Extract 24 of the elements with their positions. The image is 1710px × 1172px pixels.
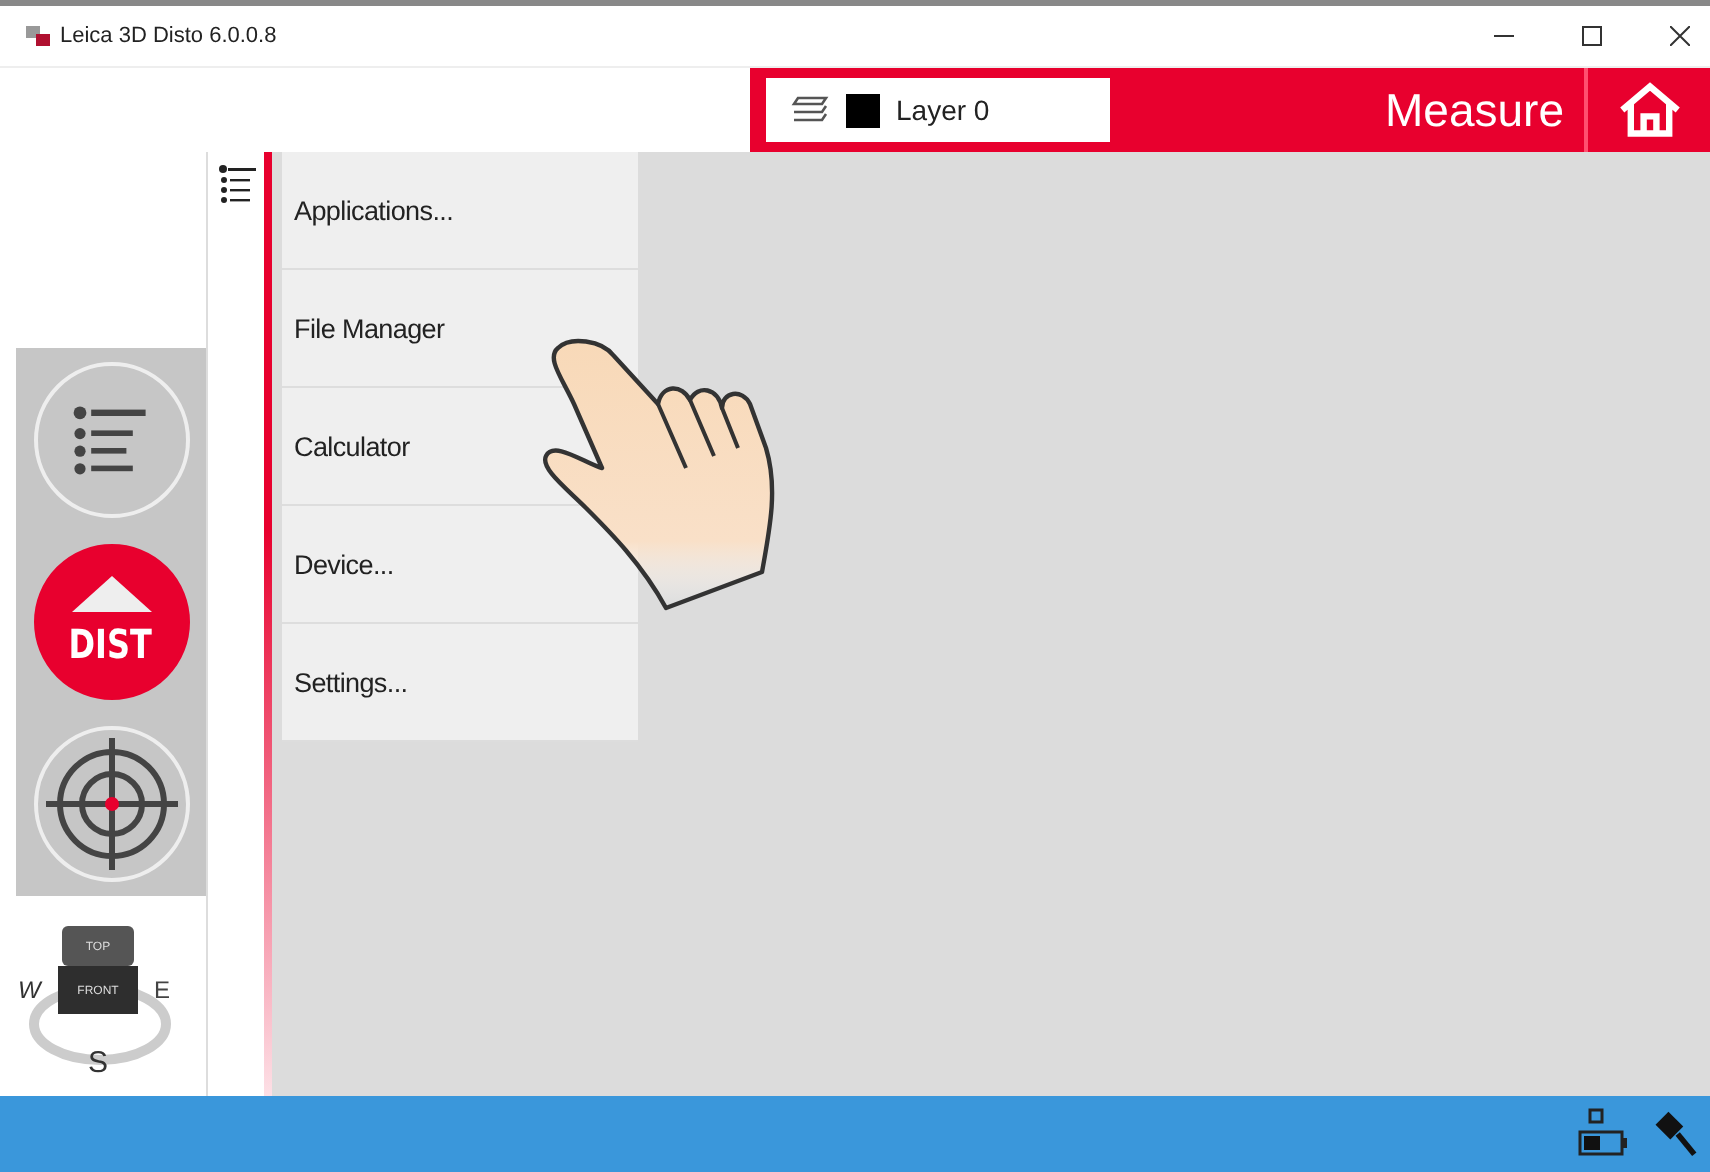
layers-icon: [790, 96, 830, 124]
app-icon: [24, 24, 52, 48]
battery-icon: [1578, 1108, 1630, 1160]
menu-item[interactable]: File Manager: [294, 313, 445, 343]
mode-title: Measure: [1385, 83, 1564, 137]
crosshair-icon: [41, 734, 181, 875]
menu-item[interactable]: Device...: [294, 549, 394, 579]
layer-color-swatch: [846, 93, 880, 127]
plug-icon: [1650, 1110, 1698, 1158]
menu-item[interactable]: Applications...: [294, 195, 454, 225]
close-icon[interactable]: [1670, 26, 1690, 46]
compass-east-label: E: [153, 976, 170, 1004]
dist-button[interactable]: DIST: [33, 543, 189, 700]
maximize-icon[interactable]: [1582, 26, 1602, 46]
compass-south-label: S: [87, 1046, 108, 1076]
menu-item[interactable]: Settings...: [294, 667, 408, 697]
layer-field[interactable]: Layer 0: [766, 78, 1110, 142]
compass-west-label: W: [17, 976, 40, 1004]
menu-item[interactable]: Calculator: [294, 431, 410, 461]
layer-name: Layer 0: [896, 94, 990, 126]
menu-list-icon[interactable]: [218, 164, 258, 204]
window-title: Leica 3D Disto 6.0.0.8: [60, 24, 277, 48]
triangle-icon: [71, 575, 151, 612]
home-icon: [1617, 82, 1681, 138]
